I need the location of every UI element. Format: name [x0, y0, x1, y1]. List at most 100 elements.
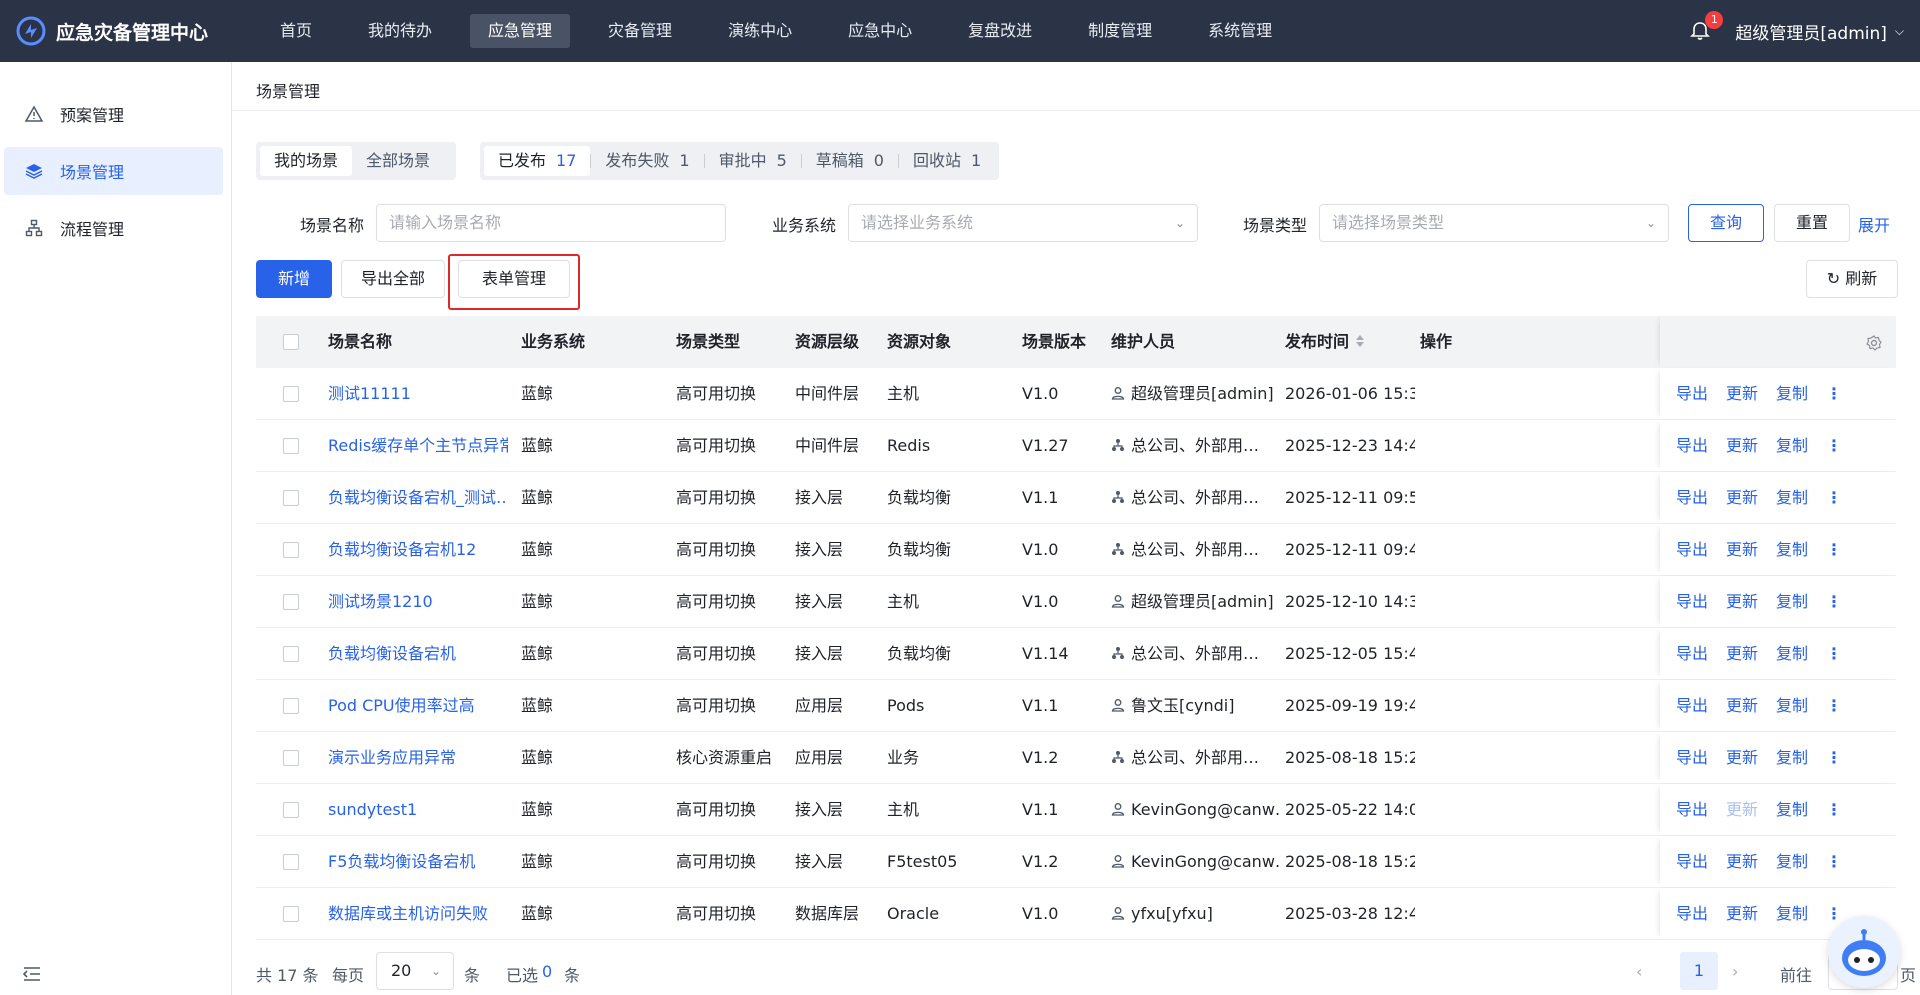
- more-icon[interactable]: ⋮: [1826, 644, 1842, 663]
- row-checkbox[interactable]: [283, 750, 299, 766]
- per-page-select[interactable]: 20 ⌄: [376, 952, 454, 990]
- copy-link[interactable]: 复制: [1776, 748, 1808, 767]
- update-link[interactable]: 更新: [1726, 488, 1758, 507]
- nav-item[interactable]: 制度管理: [1070, 14, 1170, 48]
- cell-name[interactable]: sundytest1: [328, 784, 508, 836]
- row-checkbox[interactable]: [283, 906, 299, 922]
- update-link[interactable]: 更新: [1726, 748, 1758, 767]
- update-link[interactable]: 更新: [1726, 696, 1758, 715]
- nav-item[interactable]: 我的待办: [350, 14, 450, 48]
- export-link[interactable]: 导出: [1676, 436, 1708, 455]
- copy-link[interactable]: 复制: [1776, 852, 1808, 871]
- refresh-button[interactable]: ↻ 刷新: [1806, 260, 1898, 298]
- page-number-current[interactable]: 1: [1680, 952, 1718, 990]
- nav-item[interactable]: 灾备管理: [590, 14, 690, 48]
- sidebar-item-flow[interactable]: 流程管理: [4, 204, 223, 252]
- export-link[interactable]: 导出: [1676, 748, 1708, 767]
- copy-link[interactable]: 复制: [1776, 540, 1808, 559]
- export-all-button[interactable]: 导出全部: [341, 260, 445, 298]
- status-tab[interactable]: 草稿箱 0: [802, 146, 898, 176]
- more-icon[interactable]: ⋮: [1826, 488, 1842, 507]
- notification-bell[interactable]: 1: [1689, 11, 1724, 42]
- update-link[interactable]: 更新: [1726, 540, 1758, 559]
- update-link[interactable]: 更新: [1726, 592, 1758, 611]
- sidebar-item-scene[interactable]: 场景管理: [4, 147, 223, 195]
- add-button[interactable]: 新增: [256, 260, 332, 298]
- copy-link[interactable]: 复制: [1776, 488, 1808, 507]
- collapse-sidebar-icon[interactable]: [22, 965, 42, 983]
- sort-icon[interactable]: [1355, 317, 1365, 369]
- export-link[interactable]: 导出: [1676, 800, 1708, 819]
- sidebar-item-plan[interactable]: 预案管理: [4, 90, 223, 138]
- cell-name[interactable]: 负载均衡设备宕机: [328, 628, 508, 680]
- select-all-checkbox[interactable]: [283, 334, 299, 350]
- system-select[interactable]: 请选择业务系统 ⌄: [848, 204, 1198, 242]
- copy-link[interactable]: 复制: [1776, 644, 1808, 663]
- next-page-icon[interactable]: ›: [1732, 962, 1738, 981]
- cell-name[interactable]: 测试场景1210: [328, 576, 508, 628]
- query-button[interactable]: 查询: [1688, 204, 1764, 242]
- nav-item[interactable]: 首页: [262, 14, 330, 48]
- export-link[interactable]: 导出: [1676, 540, 1708, 559]
- cell-name[interactable]: 负载均衡设备宕机_测试…: [328, 472, 508, 524]
- row-checkbox[interactable]: [283, 542, 299, 558]
- copy-link[interactable]: 复制: [1776, 800, 1808, 819]
- status-tab[interactable]: 回收站 1: [899, 146, 995, 176]
- row-checkbox[interactable]: [283, 490, 299, 506]
- reset-button[interactable]: 重置: [1774, 204, 1850, 242]
- row-checkbox[interactable]: [283, 386, 299, 402]
- export-link[interactable]: 导出: [1676, 592, 1708, 611]
- copy-link[interactable]: 复制: [1776, 904, 1808, 923]
- copy-link[interactable]: 复制: [1776, 436, 1808, 455]
- more-icon[interactable]: ⋮: [1826, 696, 1842, 715]
- nav-item[interactable]: 复盘改进: [950, 14, 1050, 48]
- row-checkbox[interactable]: [283, 594, 299, 610]
- cell-name[interactable]: 负载均衡设备宕机12: [328, 524, 508, 576]
- nav-item[interactable]: 应急管理: [470, 14, 571, 48]
- expand-link[interactable]: 展开: [1858, 212, 1890, 236]
- more-icon[interactable]: ⋮: [1826, 384, 1842, 403]
- gear-icon[interactable]: [1866, 316, 1890, 368]
- update-link[interactable]: 更新: [1726, 904, 1758, 923]
- copy-link[interactable]: 复制: [1776, 384, 1808, 403]
- status-tab[interactable]: 审批中 5: [705, 146, 801, 176]
- nav-item[interactable]: 应急中心: [830, 14, 930, 48]
- cell-name[interactable]: 测试11111: [328, 368, 508, 420]
- more-icon[interactable]: ⋮: [1826, 436, 1842, 455]
- assistant-bot-icon[interactable]: [1828, 916, 1900, 988]
- scene-type-select[interactable]: 请选择场景类型 ⌄: [1319, 204, 1669, 242]
- status-tab[interactable]: 已发布 17: [484, 146, 591, 176]
- export-link[interactable]: 导出: [1676, 488, 1708, 507]
- cell-name[interactable]: Redis缓存单个主节点异常: [328, 420, 508, 472]
- update-link[interactable]: 更新: [1726, 852, 1758, 871]
- status-tab[interactable]: 发布失败 1: [591, 146, 703, 176]
- copy-link[interactable]: 复制: [1776, 592, 1808, 611]
- copy-link[interactable]: 复制: [1776, 696, 1808, 715]
- cell-name[interactable]: F5负载均衡设备宕机: [328, 836, 508, 888]
- cell-name[interactable]: 数据库或主机访问失败: [328, 888, 508, 940]
- more-icon[interactable]: ⋮: [1826, 800, 1842, 819]
- update-link[interactable]: 更新: [1726, 436, 1758, 455]
- export-link[interactable]: 导出: [1676, 384, 1708, 403]
- more-icon[interactable]: ⋮: [1826, 540, 1842, 559]
- nav-item[interactable]: 系统管理: [1190, 14, 1290, 48]
- more-icon[interactable]: ⋮: [1826, 852, 1842, 871]
- more-icon[interactable]: ⋮: [1826, 748, 1842, 767]
- update-link[interactable]: 更新: [1726, 644, 1758, 663]
- row-checkbox[interactable]: [283, 438, 299, 454]
- export-link[interactable]: 导出: [1676, 852, 1708, 871]
- cell-name[interactable]: 演示业务应用异常: [328, 732, 508, 784]
- user-menu[interactable]: 超级管理员[admin] ⌵: [1735, 19, 1904, 44]
- export-link[interactable]: 导出: [1676, 904, 1708, 923]
- row-checkbox[interactable]: [283, 854, 299, 870]
- export-link[interactable]: 导出: [1676, 644, 1708, 663]
- cell-name[interactable]: Pod CPU使用率过高: [328, 680, 508, 732]
- row-checkbox[interactable]: [283, 802, 299, 818]
- update-link[interactable]: 更新: [1726, 384, 1758, 403]
- app-logo[interactable]: 应急灾备管理中心: [0, 16, 232, 46]
- nav-item[interactable]: 演练中心: [710, 14, 810, 48]
- prev-page-icon[interactable]: ‹: [1636, 962, 1642, 981]
- tab-all-scenes[interactable]: 全部场景: [352, 146, 444, 176]
- row-checkbox[interactable]: [283, 698, 299, 714]
- more-icon[interactable]: ⋮: [1826, 592, 1842, 611]
